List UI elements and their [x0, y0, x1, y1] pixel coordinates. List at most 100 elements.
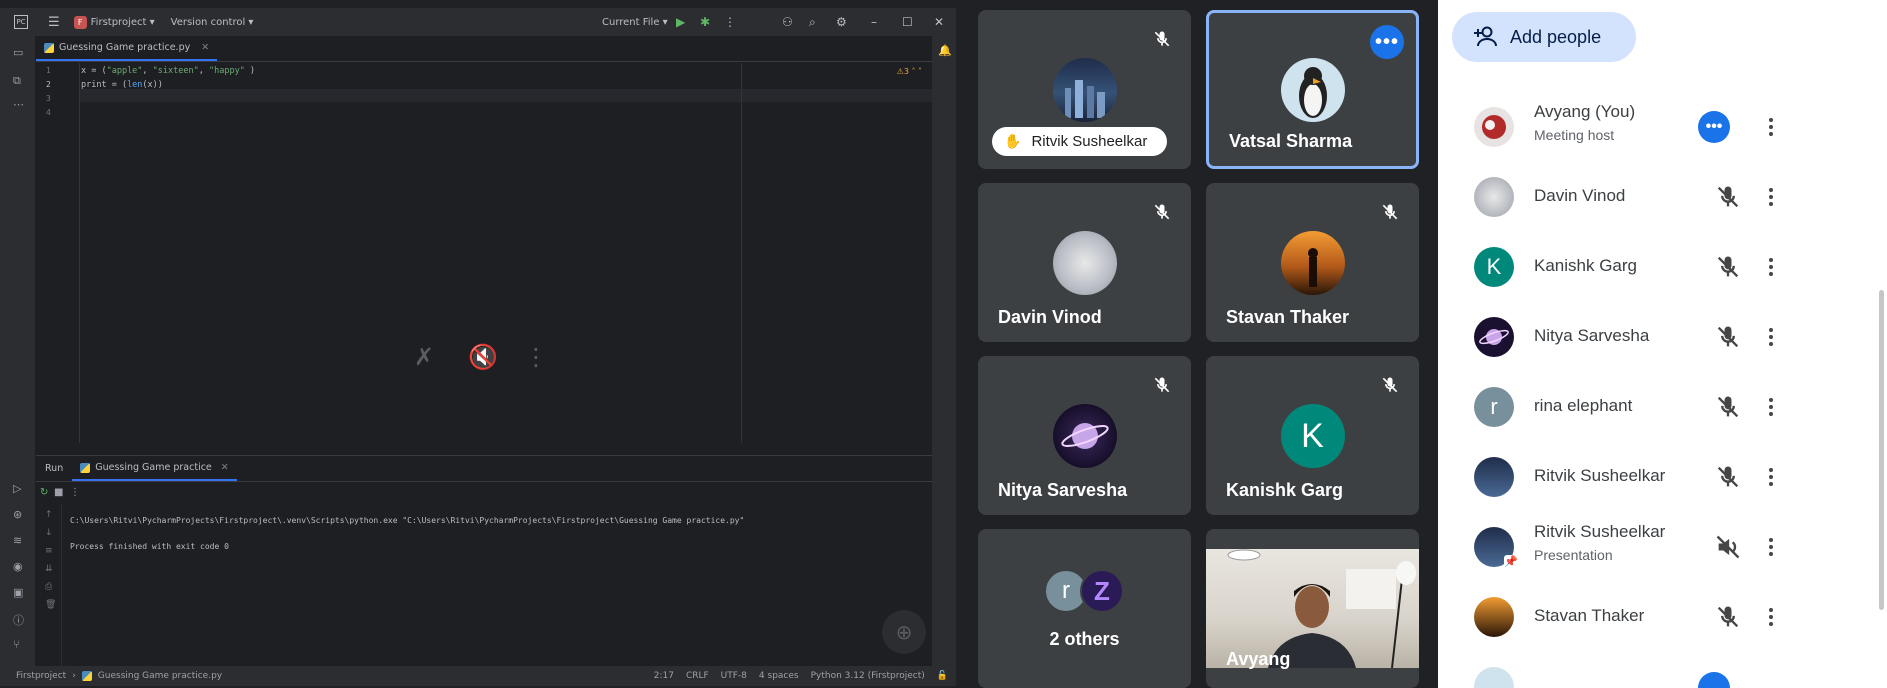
run-more-icon[interactable]: ⋮ [70, 487, 80, 498]
run-tab-guessing-game[interactable]: Guessing Game practice ✕ [72, 456, 237, 481]
muted-speaker-icon[interactable] [1714, 533, 1742, 561]
mute-presentation-audio-icon[interactable]: 🔇 [468, 343, 498, 371]
others-avatars: r Z [1044, 569, 1128, 613]
list-item[interactable]: 📌 Ritvik Susheelkar Presentation [1452, 512, 1864, 582]
run-config-selector[interactable]: Current File ▾ [602, 17, 668, 28]
participant-name: Stavan Thaker [1534, 606, 1645, 625]
presentation-more-icon[interactable]: ⋮ [524, 343, 548, 371]
more-options-icon[interactable] [1698, 672, 1730, 688]
kebab-menu-icon[interactable] [1756, 392, 1786, 422]
more-options-icon[interactable]: ••• [1370, 25, 1404, 59]
list-item[interactable]: Nitya Sarvesha [1452, 302, 1864, 372]
participant-role: Meeting host [1534, 127, 1615, 143]
close-window-icon[interactable]: ✕ [934, 15, 944, 29]
participant-tile-vatsal[interactable]: ••• Vatsal Sharma [1206, 10, 1419, 169]
list-item[interactable]: r rina elephant [1452, 372, 1864, 442]
version-control-menu[interactable]: Version control ▾ [171, 17, 254, 28]
clear-output-icon[interactable]: 🗑 [45, 600, 56, 610]
problems-icon[interactable]: ⓘ [13, 612, 24, 628]
editor-tab-guessing-game[interactable]: Guessing Game practice.py ✕ [36, 36, 218, 61]
muted-mic-icon[interactable] [1714, 393, 1742, 421]
unpin-presentation-icon[interactable]: ✗ [414, 343, 434, 371]
kebab-menu-icon[interactable] [1756, 112, 1786, 142]
structure-tool-icon[interactable]: ⧉ [13, 74, 21, 88]
settings-icon[interactable]: ⚙ [836, 15, 847, 29]
participant-tile-kanishk[interactable]: K Kanishk Garg [1206, 356, 1419, 515]
muted-mic-icon[interactable] [1714, 603, 1742, 631]
more-tools-icon[interactable]: ⋯ [13, 98, 24, 111]
kebab-menu-icon[interactable] [1756, 182, 1786, 212]
participant-name: Kanishk Garg [1534, 256, 1637, 275]
code-editor[interactable]: 1 2 3 4 x = ("apple", "sixteen", "happy"… [36, 63, 932, 443]
print-icon[interactable]: ⎙ [45, 582, 52, 592]
project-selector[interactable]: Firstproject ▾ [91, 17, 155, 28]
cursor-position[interactable]: 2:17 [654, 671, 674, 681]
scroll-to-end-icon[interactable]: ⇊ [45, 564, 53, 574]
kebab-menu-icon[interactable] [1756, 322, 1786, 352]
kebab-menu-icon[interactable] [1756, 602, 1786, 632]
git-icon[interactable]: ⑂ [13, 638, 20, 651]
list-item[interactable]: Ritvik Susheelkar [1452, 442, 1864, 512]
close-tab-icon[interactable]: ✕ [201, 42, 209, 53]
list-item[interactable] [1452, 652, 1864, 688]
muted-mic-icon[interactable] [1714, 463, 1742, 491]
status-right: 2:17 CRLF UTF-8 4 spaces Python 3.12 (Fi… [654, 671, 948, 681]
close-run-tab-icon[interactable]: ✕ [221, 462, 229, 473]
kebab-menu-icon[interactable] [1756, 252, 1786, 282]
indent-setting[interactable]: 4 spaces [759, 671, 799, 681]
kebab-menu-icon[interactable] [1756, 532, 1786, 562]
muted-mic-icon [1145, 368, 1179, 402]
line-separator[interactable]: CRLF [686, 671, 709, 681]
add-people-button[interactable]: Add people [1452, 12, 1636, 62]
list-item[interactable]: Stavan Thaker [1452, 582, 1864, 652]
muted-mic-icon[interactable] [1714, 323, 1742, 351]
participant-tile-ritvik[interactable]: ✋ Ritvik Susheelkar [978, 10, 1191, 169]
run-toolbar: ↻ ■ ⋮ [36, 482, 932, 504]
avatar [1052, 58, 1117, 122]
participant-tile-avyang[interactable]: Avyang [1206, 529, 1419, 688]
list-item[interactable]: Avyang (You) Meeting host ••• [1452, 92, 1864, 162]
warnings-indicator[interactable]: ⚠3 ˄ ˅ [897, 67, 922, 76]
panel-scrollbar[interactable] [1879, 290, 1884, 610]
python-interpreter[interactable]: Python 3.12 (Firstproject) [811, 671, 925, 681]
services-icon[interactable]: ◉ [13, 560, 23, 573]
stop-icon[interactable]: ■ [54, 487, 63, 498]
muted-mic-icon[interactable] [1714, 253, 1742, 281]
project-tool-icon[interactable]: ▭ [13, 46, 23, 59]
scroll-down-icon[interactable]: ↓ [45, 528, 53, 538]
maximize-icon[interactable]: ☐ [902, 15, 913, 29]
scroll-up-icon[interactable]: ↑ [45, 510, 53, 520]
more-options-icon[interactable]: ••• [1698, 111, 1730, 143]
people-panel: Add people Avyang (You) Meeting host •••… [1438, 0, 1887, 688]
kebab-menu-icon[interactable] [1756, 462, 1786, 492]
more-actions-icon[interactable]: ⋮ [724, 15, 736, 29]
list-item[interactable]: Davin Vinod [1452, 162, 1864, 232]
search-icon[interactable]: ⌕ [809, 15, 816, 30]
muted-mic-icon[interactable] [1714, 183, 1742, 211]
participant-tile-davin[interactable]: Davin Vinod [978, 183, 1191, 342]
zoom-in-icon[interactable]: ⊕ [882, 610, 926, 654]
run-icon[interactable]: ▶ [676, 15, 685, 29]
lock-icon[interactable]: 🔓 [937, 671, 948, 681]
participant-tile-others[interactable]: r Z 2 others [978, 529, 1191, 688]
code-with-me-icon[interactable]: ⚇ [782, 15, 793, 29]
avatar [1474, 667, 1514, 688]
rerun-icon[interactable]: ↻ [40, 487, 48, 498]
participant-tile-stavan[interactable]: Stavan Thaker [1206, 183, 1419, 342]
code-line-2: print = (len(x)) [81, 80, 163, 90]
main-menu-icon[interactable]: ☰ [48, 15, 60, 30]
avatar [1474, 107, 1514, 147]
avatar [1474, 597, 1514, 637]
python-packages-icon[interactable]: ⊛ [13, 508, 22, 521]
terminal-icon[interactable]: ▣ [13, 586, 23, 599]
minimize-icon[interactable]: – [871, 15, 877, 29]
list-item[interactable]: K Kanishk Garg [1452, 232, 1864, 302]
debug-icon[interactable]: ✱ [700, 15, 710, 29]
layers-icon[interactable]: ≋ [13, 534, 22, 547]
soft-wrap-icon[interactable]: ≡ [45, 546, 53, 556]
notifications-icon[interactable]: 🔔 [938, 44, 952, 57]
run-tool-icon[interactable]: ▷ [13, 482, 21, 495]
participant-tile-nitya[interactable]: Nitya Sarvesha [978, 356, 1191, 515]
file-encoding[interactable]: UTF-8 [721, 671, 747, 681]
muted-mic-icon [1145, 22, 1179, 56]
